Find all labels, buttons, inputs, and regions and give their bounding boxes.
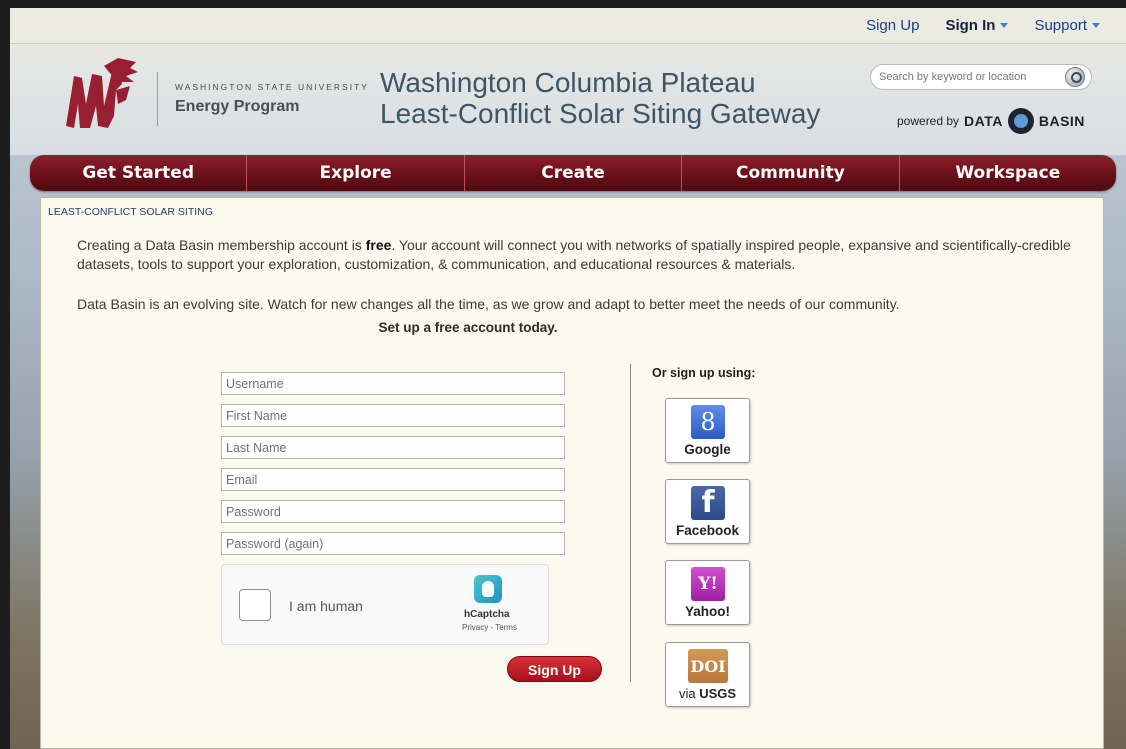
google-icon: 8 [691, 405, 725, 439]
powered-by-databasin[interactable]: powered by DATA BASIN [897, 108, 1085, 134]
search-placeholder: Search by keyword or location [879, 71, 1027, 83]
hcaptcha-brand: hCaptcha [464, 609, 510, 620]
first-name-input[interactable] [221, 404, 565, 427]
username-input[interactable] [221, 372, 565, 395]
doi-via-text: via [678, 686, 696, 701]
search-input[interactable]: Search by keyword or location [870, 64, 1092, 90]
doi-usgs-signup-button[interactable]: DOI via USGS [665, 642, 750, 707]
nav-explore[interactable]: Explore [247, 155, 465, 191]
captcha-checkbox[interactable] [239, 589, 271, 621]
doi-usgs-text: USGS [699, 686, 737, 701]
nav-create[interactable]: Create [465, 155, 683, 191]
facebook-signup-button[interactable]: f Facebook [665, 479, 750, 544]
intro-free-word: free [365, 237, 392, 253]
yahoo-label: Yahoo! [684, 604, 730, 619]
nav-community[interactable]: Community [682, 155, 900, 191]
site-header: WASHINGTON STATE UNIVERSITY Energy Progr… [10, 44, 1126, 155]
top-sign-up-label: Sign Up [866, 17, 920, 34]
top-sign-up-link[interactable]: Sign Up [866, 17, 919, 34]
chevron-down-icon [1092, 23, 1100, 28]
support-menu[interactable]: Support [1034, 17, 1100, 34]
hcaptcha-privacy-terms[interactable]: Privacy - Terms [462, 623, 517, 632]
intro-text-start: Creating a Data Basin membership account… [77, 237, 366, 253]
captcha-label: I am human [289, 598, 363, 614]
sign-in-menu[interactable]: Sign In [945, 17, 1009, 34]
password-input[interactable] [221, 500, 565, 523]
top-utility-bar: Sign Up Sign In Support [10, 8, 1126, 44]
databasin-logo-icon [1007, 108, 1034, 134]
brand-data: DATA [964, 113, 1003, 129]
hcaptcha-logo-icon [474, 575, 502, 603]
signup-cta: Set up a free account today. [378, 320, 558, 335]
site-title-line1: Washington Columbia Plateau [380, 67, 756, 98]
chevron-down-icon [1000, 23, 1009, 28]
evolving-site-note: Data Basin is an evolving site. Watch fo… [77, 296, 900, 312]
breadcrumb[interactable]: LEAST-CONFLICT SOLAR SITING [48, 206, 213, 218]
site-title[interactable]: Washington Columbia Plateau Least-Confli… [380, 67, 820, 129]
main-nav: Get Started Explore Create Community Wor… [30, 155, 1116, 191]
program-name: Energy Program [175, 98, 300, 115]
site-title-line2: Least-Conflict Solar Siting Gateway [380, 98, 821, 129]
sign-up-button[interactable]: Sign Up [507, 656, 602, 682]
intro-text: Creating a Data Basin membership account… [77, 236, 1087, 274]
nav-get-started[interactable]: Get Started [30, 155, 248, 191]
doi-icon: DOI [688, 649, 728, 683]
university-name: WASHINGTON STATE UNIVERSITY [175, 82, 369, 92]
yahoo-signup-button[interactable]: Y! Yahoo! [665, 560, 750, 625]
email-input[interactable] [221, 468, 565, 491]
last-name-input[interactable] [221, 436, 565, 459]
google-signup-button[interactable]: 8 Google [665, 398, 750, 463]
sign-in-label: Sign In [945, 17, 996, 34]
window-frame-left [0, 0, 10, 749]
facebook-label: Facebook [675, 523, 740, 538]
facebook-icon: f [691, 485, 725, 520]
doi-usgs-label: via USGS [666, 686, 749, 701]
nav-workspace[interactable]: Workspace [900, 155, 1116, 191]
signup-panel: LEAST-CONFLICT SOLAR SITING Creating a D… [40, 197, 1104, 749]
top-links: Sign Up Sign In Support [866, 17, 1100, 34]
window-frame-top [0, 0, 1126, 8]
support-label: Support [1034, 17, 1087, 34]
logo-divider [157, 72, 158, 126]
powered-by-label: powered by [897, 114, 960, 128]
brand-basin: BASIN [1038, 113, 1085, 129]
yahoo-icon: Y! [691, 567, 725, 601]
search-icon[interactable] [1065, 67, 1085, 87]
password-again-input[interactable] [221, 532, 565, 555]
wsu-cougar-logo[interactable] [60, 56, 140, 136]
vertical-divider [630, 364, 631, 682]
google-label: Google [684, 442, 731, 457]
hcaptcha-widget: I am human hCaptcha Privacy - Terms [221, 564, 549, 645]
social-signup-heading: Or sign up using: [652, 366, 756, 380]
